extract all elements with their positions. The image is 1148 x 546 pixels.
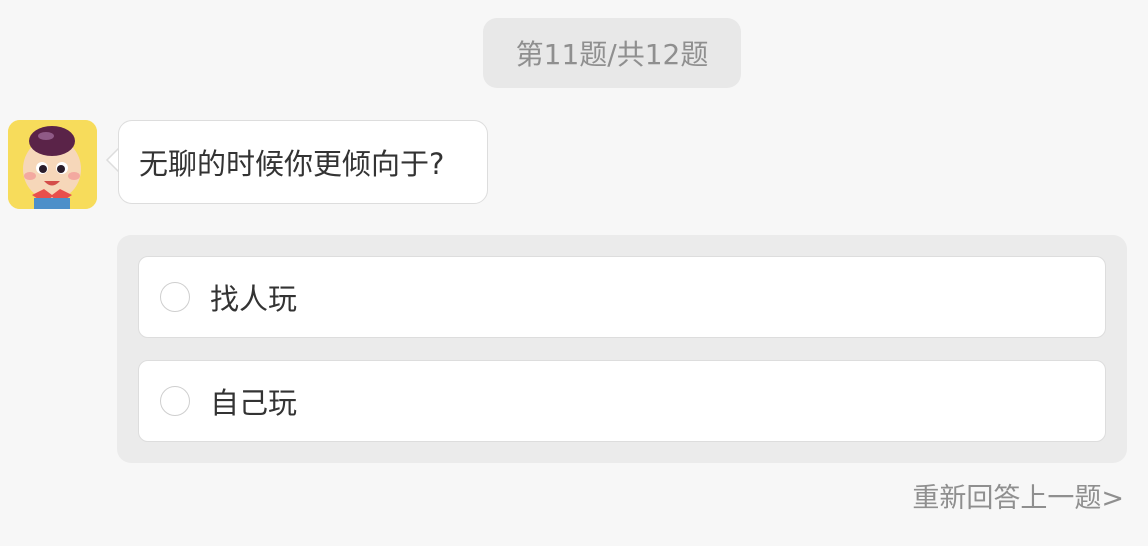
radio-button[interactable]	[160, 282, 190, 312]
answer-options-panel: 找人玩 自己玩	[117, 235, 1127, 463]
mascot-face-icon	[8, 120, 97, 209]
answer-option-2[interactable]: 自己玩	[138, 360, 1106, 442]
radio-button[interactable]	[160, 386, 190, 416]
question-text: 无聊的时候你更倾向于?	[139, 147, 445, 181]
mascot-avatar	[8, 120, 97, 209]
question-bubble: 无聊的时候你更倾向于?	[118, 120, 488, 204]
question-progress-text: 第11题/共12题	[515, 38, 709, 71]
answer-option-label: 找人玩	[210, 282, 298, 316]
answer-option-1[interactable]: 找人玩	[138, 256, 1106, 338]
redo-previous-question-link[interactable]: 重新回答上一题>	[912, 476, 1124, 515]
answer-option-label: 自己玩	[210, 386, 298, 420]
question-progress-badge: 第11题/共12题	[483, 18, 741, 88]
